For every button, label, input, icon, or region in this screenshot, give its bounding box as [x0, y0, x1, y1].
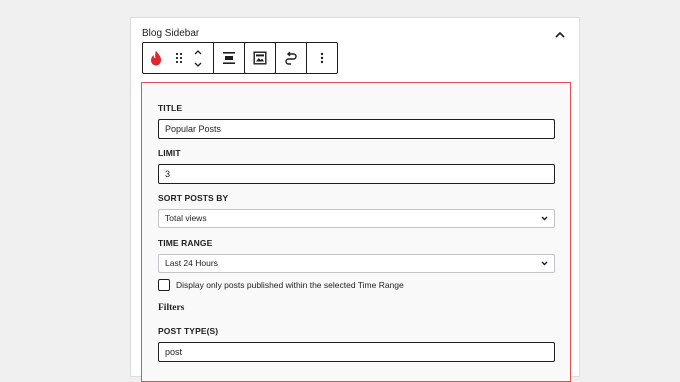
published-in-range-label[interactable]: Display only posts published within the … — [176, 280, 404, 290]
more-vertical-icon — [320, 52, 324, 64]
drag-handle[interactable] — [169, 43, 189, 73]
block-type-button[interactable] — [143, 43, 169, 73]
filters-heading: Filters — [158, 303, 185, 313]
sort-posts-label: SORT POSTS BY — [158, 193, 229, 203]
limit-input[interactable]: 3 — [158, 164, 555, 184]
time-range-value: Last 24 Hours — [165, 258, 218, 268]
chevron-up-icon — [555, 31, 565, 38]
collapse-button[interactable] — [553, 27, 567, 41]
title-label: TITLE — [158, 103, 183, 113]
sort-posts-select[interactable]: Total views — [158, 209, 555, 228]
published-in-range-checkbox[interactable] — [158, 279, 170, 291]
drag-handle-icon — [175, 52, 183, 64]
transform-button[interactable] — [276, 43, 306, 73]
panel-title: Blog Sidebar — [142, 28, 200, 39]
align-button[interactable] — [214, 43, 244, 73]
toolbar-group-tools — [214, 41, 307, 74]
align-icon — [223, 52, 235, 64]
block-toolbar — [142, 41, 338, 74]
widget-form: TITLE Popular Posts LIMIT 3 SORT POSTS B… — [141, 82, 571, 382]
block-mover — [189, 43, 207, 73]
toolbar-group-block — [143, 43, 214, 73]
post-type-label: POST TYPE(S) — [158, 326, 219, 336]
image-icon — [253, 51, 267, 65]
time-range-checkbox-row: Display only posts published within the … — [158, 279, 404, 291]
post-type-input[interactable]: post — [158, 342, 555, 362]
title-input[interactable]: Popular Posts — [158, 119, 555, 139]
preview-button[interactable] — [244, 41, 276, 74]
move-up-icon[interactable] — [193, 48, 203, 56]
time-range-select[interactable]: Last 24 Hours — [158, 254, 555, 273]
chevron-down-icon — [541, 216, 548, 221]
loop-icon — [285, 51, 297, 65]
flame-icon — [151, 50, 161, 66]
time-range-label: TIME RANGE — [158, 238, 213, 248]
widget-panel: Blog Sidebar TITLE Popular Posts LIMIT 3… — [130, 17, 580, 382]
chevron-down-icon — [541, 261, 548, 266]
move-down-icon[interactable] — [193, 61, 203, 69]
limit-label: LIMIT — [158, 148, 181, 158]
more-options-button[interactable] — [307, 43, 337, 73]
sort-posts-value: Total views — [165, 213, 207, 223]
toolbar-group-more — [307, 43, 337, 73]
